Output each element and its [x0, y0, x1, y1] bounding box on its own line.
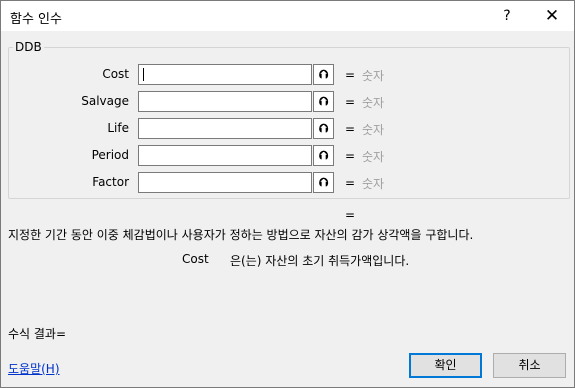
collapse-dialog-icon[interactable]: ⮉ — [313, 64, 334, 85]
arg-input-salvage[interactable] — [138, 91, 312, 112]
arg-equals-cost: = — [345, 68, 356, 82]
collapse-dialog-icon[interactable]: ⮉ — [313, 172, 334, 193]
arg-input-life[interactable] — [138, 118, 312, 139]
function-result-equals: = — [345, 208, 356, 222]
function-name-label: DDB — [13, 40, 44, 54]
cancel-button[interactable]: 취소 — [493, 353, 566, 378]
arg-label-period: Period — [91, 148, 129, 162]
arg-type-salvage: 숫자 — [362, 96, 385, 110]
arg-input-cost[interactable] — [138, 64, 312, 85]
function-arguments-dialog: 함수 인수 ? ✕ DDB Cost ⮉ = 숫자 Salvage ⮉ = 숫자… — [0, 0, 575, 388]
arg-label-factor: Factor — [92, 175, 129, 189]
title-bar: 함수 인수 ? ✕ — [1, 1, 574, 31]
argument-description-name: Cost — [182, 252, 209, 266]
ok-button[interactable]: 확인 — [409, 353, 482, 378]
arg-type-factor: 숫자 — [362, 177, 385, 191]
arg-input-period[interactable] — [138, 145, 312, 166]
arg-input-factor[interactable] — [138, 172, 312, 193]
collapse-dialog-icon[interactable]: ⮉ — [313, 118, 334, 139]
arg-equals-period: = — [345, 149, 356, 163]
help-question-icon[interactable]: ? — [495, 5, 519, 27]
function-description: 지정한 기간 동안 이중 체감법이나 사용자가 정하는 방법으로 자산의 감가 … — [8, 228, 474, 242]
arg-label-salvage: Salvage — [81, 94, 129, 108]
collapse-dialog-icon[interactable]: ⮉ — [313, 91, 334, 112]
arg-type-period: 숫자 — [362, 150, 385, 164]
dialog-title: 함수 인수 — [10, 12, 62, 27]
formula-result-label: 수식 결과= — [8, 327, 67, 341]
arg-type-life: 숫자 — [362, 123, 385, 137]
text-caret — [143, 68, 144, 81]
arg-label-life: Life — [107, 121, 129, 135]
arg-label-cost: Cost — [102, 67, 129, 81]
help-link[interactable]: 도움말(H) — [8, 360, 60, 377]
arg-equals-life: = — [345, 122, 356, 136]
close-icon[interactable]: ✕ — [539, 5, 565, 27]
arg-type-cost: 숫자 — [362, 69, 385, 83]
arg-equals-salvage: = — [345, 95, 356, 109]
argument-description-text: 은(는) 자산의 초기 취득가액입니다. — [230, 254, 410, 268]
arg-equals-factor: = — [345, 176, 356, 190]
collapse-dialog-icon[interactable]: ⮉ — [313, 145, 334, 166]
